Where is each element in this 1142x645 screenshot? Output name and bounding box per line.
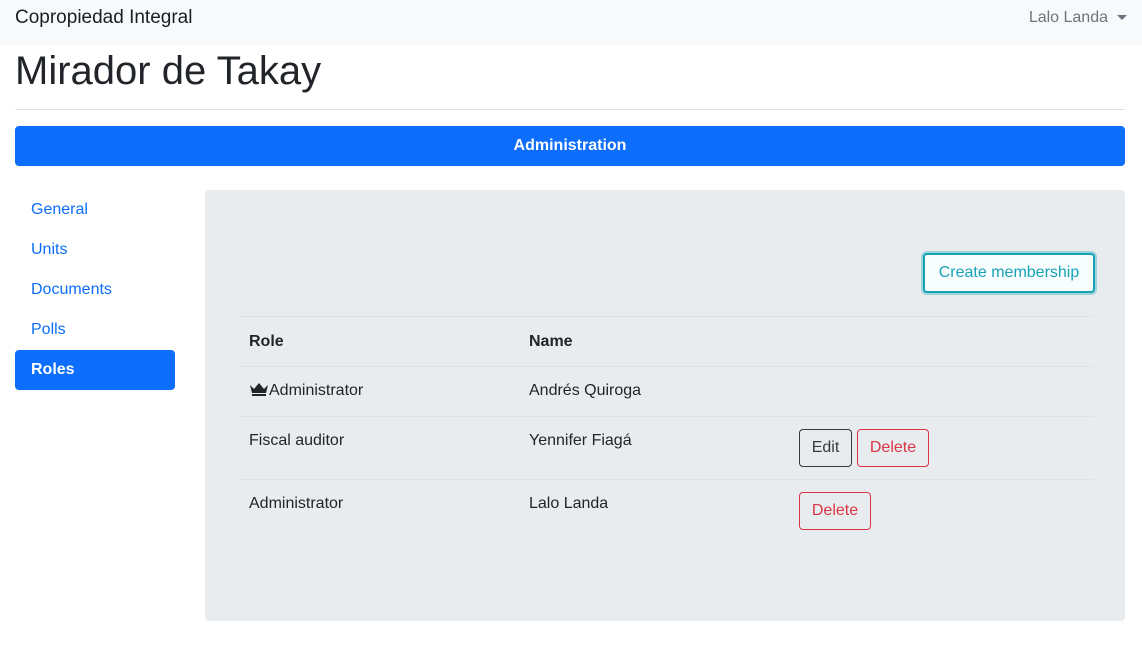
- administration-button[interactable]: Administration: [15, 126, 1125, 166]
- role-cell: Administrator: [249, 381, 363, 401]
- table-row: Administrator Lalo Landa Delete: [237, 479, 1093, 542]
- column-header-name: Name: [529, 333, 573, 350]
- chevron-down-icon[interactable]: [1117, 15, 1127, 20]
- delete-button[interactable]: Delete: [799, 492, 871, 530]
- table-header-row: Role Name: [237, 316, 1093, 366]
- sidebar-item-polls[interactable]: Polls: [15, 310, 175, 350]
- page-title: Mirador de Takay: [15, 49, 322, 93]
- delete-button[interactable]: Delete: [857, 429, 929, 467]
- divider: [15, 109, 1125, 110]
- roles-panel: Create membership Role Name Administrato…: [205, 190, 1125, 621]
- role-label: Administrator: [269, 382, 364, 399]
- member-name: Yennifer Fiagá: [529, 432, 632, 449]
- table-row: Fiscal auditor Yennifer Fiagá Edit Delet…: [237, 416, 1093, 479]
- column-header-role: Role: [249, 333, 284, 350]
- member-name: Andrés Quiroga: [529, 382, 642, 399]
- brand-link[interactable]: Copropiedad Integral: [15, 6, 192, 30]
- create-membership-button[interactable]: Create membership: [923, 253, 1095, 293]
- user-menu-toggle[interactable]: Lalo Landa: [1029, 8, 1108, 28]
- crown-icon: [250, 383, 268, 396]
- table-row: Administrator Andrés Quiroga: [237, 366, 1093, 416]
- role-label: Administrator: [249, 495, 344, 512]
- sidebar-item-units[interactable]: Units: [15, 230, 175, 270]
- sidebar-item-general[interactable]: General: [15, 190, 175, 230]
- sidebar-item-documents[interactable]: Documents: [15, 270, 175, 310]
- sidebar-item-roles[interactable]: Roles: [15, 350, 175, 390]
- role-label: Fiscal auditor: [249, 432, 345, 449]
- roles-table: Role Name Administrator Andrés Quiroga F…: [237, 316, 1093, 542]
- edit-button[interactable]: Edit: [799, 429, 852, 467]
- member-name: Lalo Landa: [529, 495, 609, 512]
- top-navbar: Copropiedad Integral Lalo Landa: [0, 0, 1142, 45]
- sidebar-nav: General Units Documents Polls Roles: [15, 190, 175, 390]
